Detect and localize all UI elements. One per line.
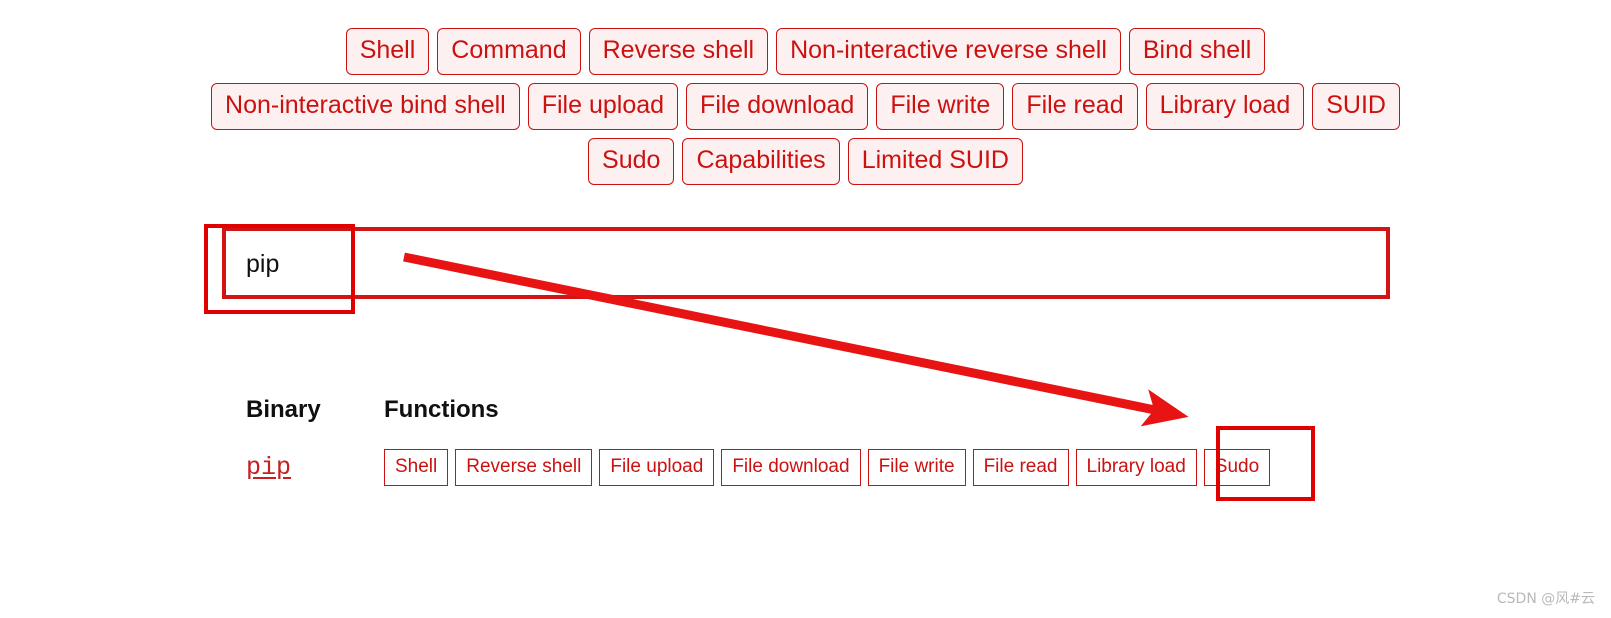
filter-tag-library-load[interactable]: Library load — [1145, 83, 1305, 130]
function-tag-sudo[interactable]: Sudo — [1203, 448, 1271, 486]
filter-tag-file-upload[interactable]: File upload — [527, 83, 679, 130]
function-tag-library-load[interactable]: Library load — [1075, 448, 1197, 486]
table-header-row: Binary Functions — [246, 396, 1270, 430]
results-table: Binary Functions pip Shell Reverse shell… — [246, 396, 1271, 486]
filter-tag-bind-shell[interactable]: Bind shell — [1128, 28, 1266, 75]
filter-tag-file-download[interactable]: File download — [686, 83, 869, 130]
filter-tag-non-interactive-reverse-shell[interactable]: Non-interactive reverse shell — [776, 28, 1121, 75]
filter-tag-limited-suid[interactable]: Limited SUID — [847, 138, 1023, 185]
binary-link-pip[interactable]: pip — [246, 453, 384, 482]
filter-tag-cloud: Shell Command Reverse shell Non-interact… — [0, 28, 1611, 193]
search-input[interactable] — [246, 248, 341, 280]
function-tag-file-upload[interactable]: File upload — [599, 448, 715, 486]
watermark: CSDN @风#云 — [1496, 591, 1595, 607]
filter-tag-capabilities[interactable]: Capabilities — [682, 138, 840, 185]
filter-tag-row-3: Sudo Capabilities Limited SUID — [0, 138, 1611, 185]
filter-tag-file-write[interactable]: File write — [876, 83, 1005, 130]
filter-tag-row-1: Shell Command Reverse shell Non-interact… — [0, 28, 1611, 75]
function-tag-file-write[interactable]: File write — [867, 448, 966, 486]
column-header-binary: Binary — [246, 396, 321, 423]
filter-tag-file-read[interactable]: File read — [1012, 83, 1138, 130]
functions-cell: Shell Reverse shell File upload File dow… — [384, 448, 1271, 486]
function-tag-shell[interactable]: Shell — [384, 448, 449, 486]
column-header-functions: Functions — [384, 396, 499, 423]
filter-tag-command[interactable]: Command — [437, 28, 581, 75]
filter-tag-non-interactive-bind-shell[interactable]: Non-interactive bind shell — [211, 83, 520, 130]
filter-tag-shell[interactable]: Shell — [345, 28, 430, 75]
table-row: pip Shell Reverse shell File upload File… — [246, 448, 1271, 486]
filter-tag-row-2: Non-interactive bind shell File upload F… — [0, 83, 1611, 130]
filter-tag-suid[interactable]: SUID — [1312, 83, 1400, 130]
function-tag-file-read[interactable]: File read — [972, 448, 1069, 486]
search-box[interactable] — [222, 227, 1390, 299]
filter-tag-sudo[interactable]: Sudo — [588, 138, 675, 185]
function-tag-reverse-shell[interactable]: Reverse shell — [455, 448, 593, 486]
filter-tag-reverse-shell[interactable]: Reverse shell — [588, 28, 769, 75]
function-tag-file-download[interactable]: File download — [721, 448, 861, 486]
